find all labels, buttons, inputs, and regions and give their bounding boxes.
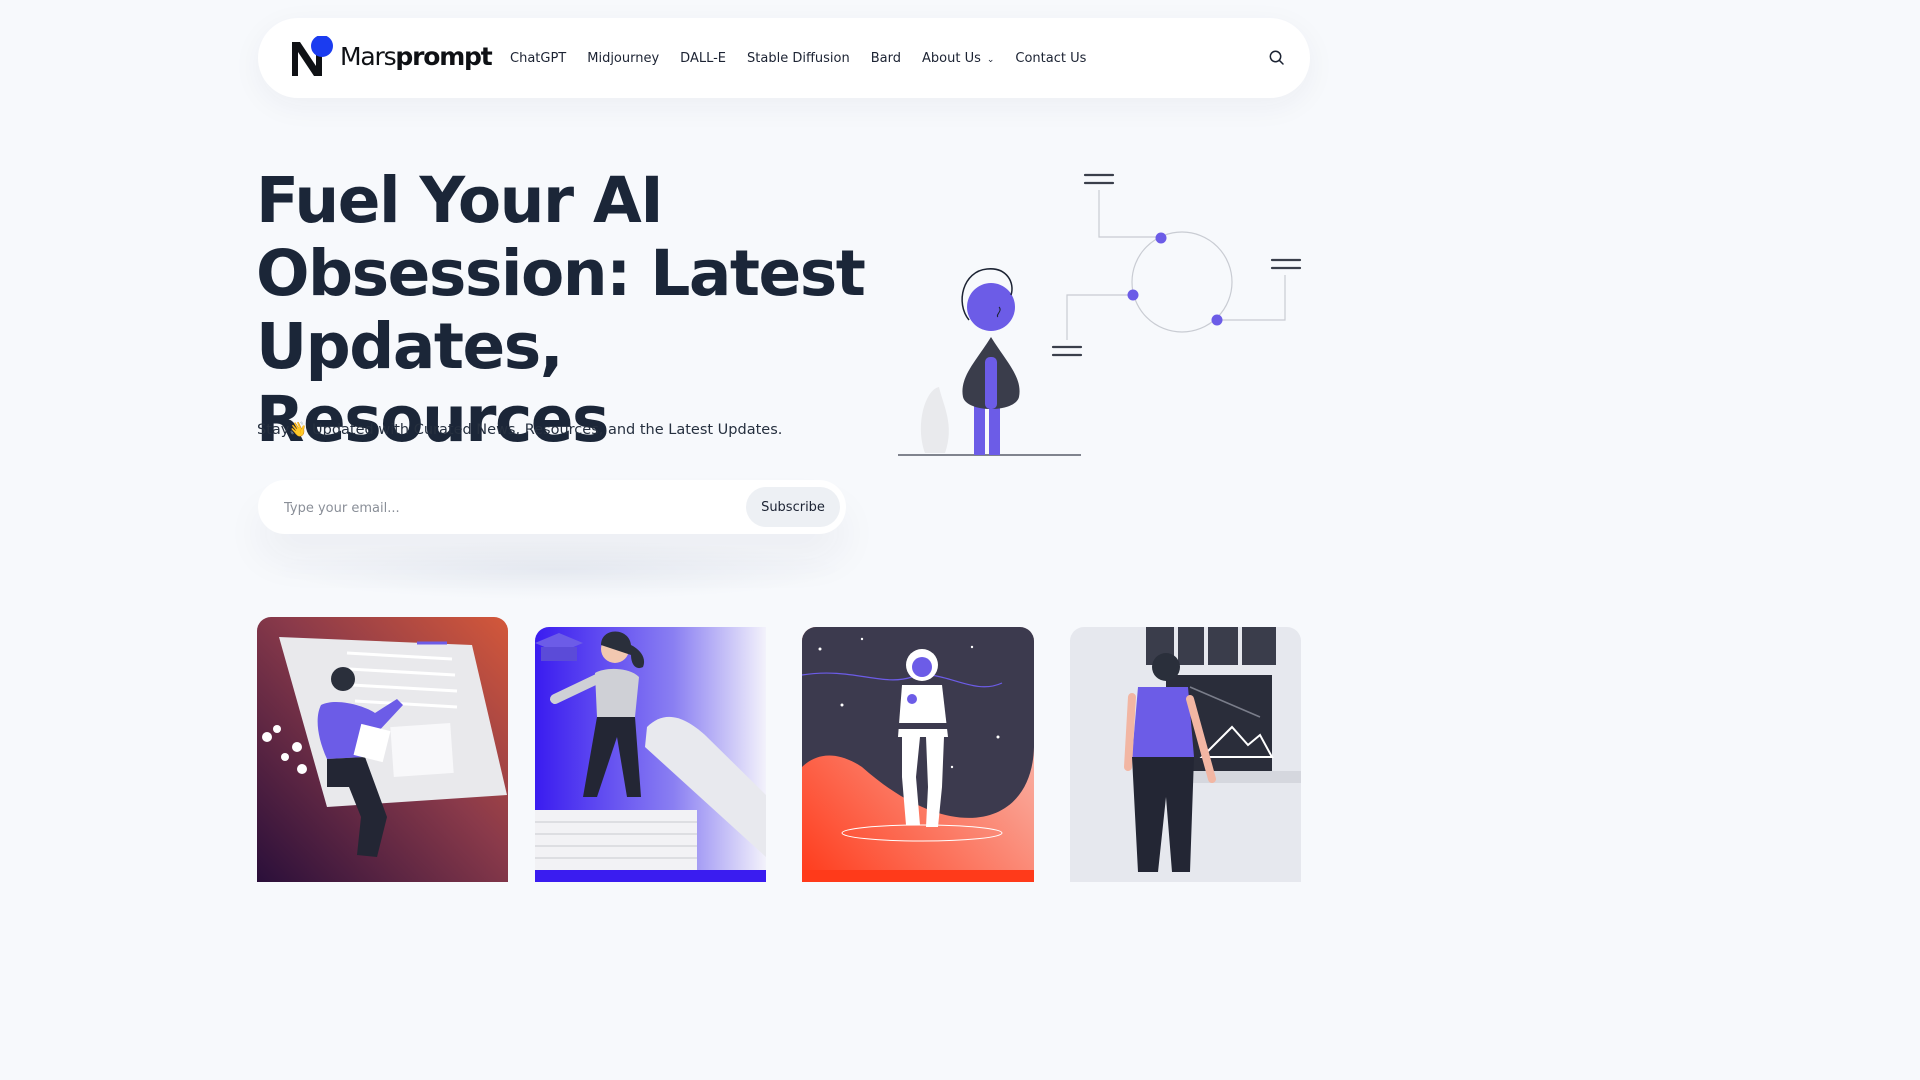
site-logo[interactable]: Marsprompt	[292, 35, 493, 80]
hero-illustration	[895, 165, 1315, 465]
logo-text-bold: prompt	[395, 42, 492, 71]
menu-lines-icon	[1051, 173, 1302, 357]
subscribe-form: Subscribe	[258, 480, 846, 534]
logo-text-light: Mars	[340, 42, 397, 71]
search-button[interactable]	[1266, 47, 1288, 69]
hero-title: Fuel Your AI Obsession: Latest Updates, …	[256, 164, 876, 456]
logo-wordmark: Marsprompt	[340, 42, 493, 71]
nav-item-midjourney[interactable]: Midjourney	[587, 51, 659, 66]
hero-title-line-2: Obsession: Latest	[256, 237, 866, 310]
email-input[interactable]	[282, 495, 726, 521]
nav-item-contact-us[interactable]: Contact Us	[1015, 51, 1086, 66]
post-card-4-image	[1070, 627, 1301, 882]
post-card-2-image	[535, 627, 766, 882]
nav-item-about-us-label: About Us	[922, 50, 981, 66]
post-card-1[interactable]	[257, 617, 508, 882]
post-card-2[interactable]	[535, 627, 786, 882]
nav-item-chatgpt[interactable]: ChatGPT	[510, 51, 566, 66]
nav-item-dall-e[interactable]: DALL-E	[680, 51, 726, 66]
nav-item-about-us[interactable]: About Us ⌄	[922, 51, 994, 66]
nav-item-stable-diffusion[interactable]: Stable Diffusion	[747, 51, 850, 66]
search-icon	[1269, 50, 1284, 65]
chevron-down-icon: ⌄	[986, 54, 995, 65]
post-card-1-image	[257, 617, 508, 882]
nav-item-bard[interactable]: Bard	[871, 51, 901, 66]
form-shadow	[268, 540, 848, 600]
post-card-3[interactable]	[802, 627, 1034, 882]
subscribe-button[interactable]: Subscribe	[746, 487, 840, 527]
post-card-3-image	[802, 627, 1034, 882]
post-card-4[interactable]	[1070, 627, 1301, 882]
site-header: Marsprompt ChatGPT Midjourney DALL-E Sta…	[258, 18, 1310, 98]
hero-title-line-1: Fuel Your AI	[256, 164, 664, 237]
hero-subtitle: Stay👋 Updated with Curated News, Resourc…	[257, 422, 783, 438]
logo-mark-icon	[292, 35, 333, 76]
main-nav: ChatGPT Midjourney DALL-E Stable Diffusi…	[510, 18, 1107, 98]
